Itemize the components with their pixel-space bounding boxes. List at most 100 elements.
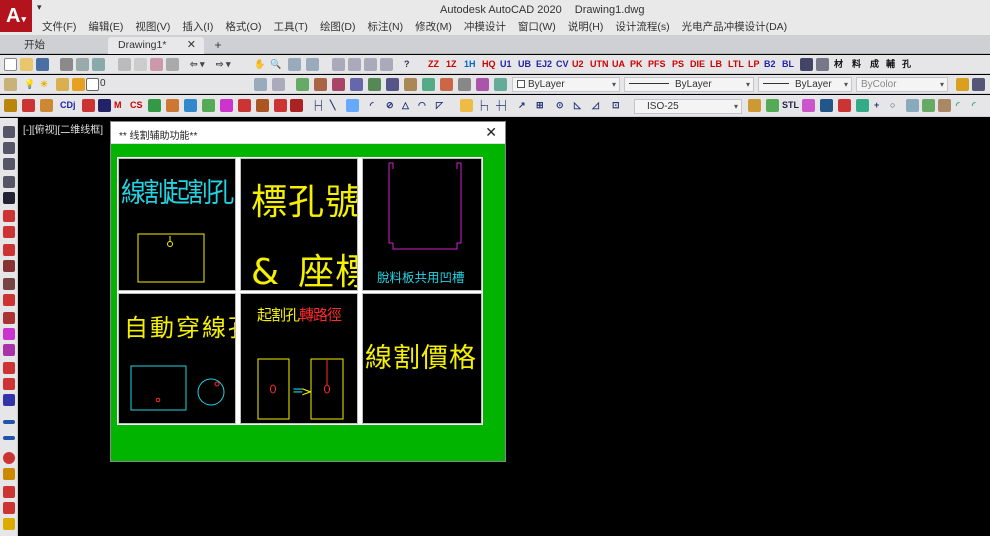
stl-label-icon[interactable]: STL bbox=[782, 99, 799, 112]
tool-17-icon[interactable] bbox=[3, 394, 15, 406]
linetype-dropdown[interactable]: ByLayer ▾ bbox=[624, 77, 754, 92]
custom-tool-o-icon[interactable] bbox=[922, 99, 935, 112]
match-properties-icon[interactable] bbox=[166, 58, 179, 71]
custom-tool-icon[interactable] bbox=[800, 58, 813, 71]
custom-tool-ej2-icon[interactable]: EJ2 bbox=[536, 58, 552, 71]
custom-tool-hole-icon[interactable]: 孔 bbox=[902, 58, 911, 71]
custom-tool-b-icon[interactable] bbox=[166, 99, 179, 112]
custom-stamp-icon[interactable] bbox=[40, 99, 53, 112]
tool-18-icon[interactable] bbox=[3, 420, 15, 424]
hole-number-coordinate-button[interactable]: 標孔號 &座標 bbox=[240, 158, 358, 291]
menu-edit[interactable]: 编辑(E) bbox=[76, 19, 123, 35]
redo-icon[interactable]: ⇨ ▾ bbox=[216, 58, 231, 71]
custom-tool-1h-icon[interactable]: 1H bbox=[464, 58, 476, 71]
custom-tool-lp-icon[interactable]: LP bbox=[748, 58, 760, 71]
ribbon-tool-icon[interactable] bbox=[956, 78, 969, 91]
custom-tool-ua-icon[interactable]: UA bbox=[612, 58, 625, 71]
dimension-text-edit-icon[interactable]: ◿ bbox=[592, 99, 599, 112]
radius-dimension-icon[interactable]: ◜ bbox=[370, 99, 374, 112]
layer-isolate-icon[interactable] bbox=[350, 78, 363, 91]
custom-tool-e-icon[interactable] bbox=[220, 99, 233, 112]
tool-3-icon[interactable] bbox=[3, 158, 15, 170]
custom-tool-ltl-icon[interactable]: LTL bbox=[728, 58, 744, 71]
custom-tool-die-icon[interactable]: DIE bbox=[690, 58, 705, 71]
custom-tool-n-icon[interactable] bbox=[906, 99, 919, 112]
tool-12-icon[interactable] bbox=[3, 312, 15, 324]
color-dropdown[interactable]: ByLayer ▾ bbox=[512, 77, 620, 92]
custom-tool-bl-icon[interactable]: BL bbox=[782, 58, 794, 71]
layer-match-icon[interactable] bbox=[314, 78, 327, 91]
custom-tool-pm-icon[interactable] bbox=[816, 58, 829, 71]
pan-icon[interactable]: ✋ bbox=[254, 58, 265, 71]
tool-7-icon[interactable] bbox=[3, 226, 15, 238]
custom-tool-d-icon[interactable] bbox=[202, 99, 215, 112]
custom-tool-c-icon[interactable] bbox=[184, 99, 197, 112]
new-tab-button[interactable]: + bbox=[210, 37, 226, 54]
custom-tool-b2-icon[interactable]: B2 bbox=[764, 58, 776, 71]
custom-tool-pfs-icon[interactable]: PFS bbox=[648, 58, 666, 71]
leader-icon[interactable]: ↗ bbox=[518, 99, 526, 112]
publish-icon[interactable] bbox=[92, 58, 105, 71]
tool-16-icon[interactable] bbox=[3, 378, 15, 390]
arc-tool-icon[interactable]: ◜ bbox=[956, 99, 960, 112]
zoom-previous-icon[interactable] bbox=[306, 58, 319, 71]
new-file-icon[interactable] bbox=[4, 58, 17, 71]
layer-unisolate-icon[interactable] bbox=[368, 78, 381, 91]
tool-15-icon[interactable] bbox=[3, 362, 15, 374]
wire-cut-start-hole-button[interactable]: 線割起割孔 bbox=[118, 158, 236, 291]
tool-6-icon[interactable] bbox=[3, 210, 15, 222]
layer-filter-icon[interactable] bbox=[494, 78, 507, 91]
crosshair-icon[interactable]: + bbox=[874, 99, 879, 112]
custom-mos-icon[interactable]: M bbox=[114, 99, 122, 112]
custom-text-icon[interactable] bbox=[82, 99, 95, 112]
lineweight-dropdown[interactable]: ByLayer ▾ bbox=[758, 77, 852, 92]
layer-delete-icon[interactable] bbox=[440, 78, 453, 91]
custom-tool-f-icon[interactable] bbox=[238, 99, 251, 112]
design-center-icon[interactable] bbox=[348, 58, 361, 71]
tool-14-icon[interactable] bbox=[3, 344, 15, 356]
custom-tool-m-icon[interactable] bbox=[856, 99, 869, 112]
menu-format[interactable]: 格式(O) bbox=[213, 19, 261, 35]
quick-access-dropdown-icon[interactable]: ▾ bbox=[37, 2, 42, 13]
tool-5-icon[interactable] bbox=[3, 192, 15, 204]
menu-optoelectronic-die[interactable]: 光电产品冲模设计(DA) bbox=[670, 19, 788, 35]
tool-13-icon[interactable] bbox=[3, 328, 15, 340]
custom-tool-g-icon[interactable] bbox=[256, 99, 269, 112]
properties-icon[interactable] bbox=[332, 58, 345, 71]
tool-11-icon[interactable] bbox=[3, 294, 15, 306]
dimension-edit-icon[interactable]: ◺ bbox=[574, 99, 581, 112]
start-hole-path-convert-button[interactable]: 起割孔轉路徑 = > bbox=[240, 293, 358, 424]
tab-start[interactable]: 开始 bbox=[0, 37, 108, 54]
custom-tool-k-icon[interactable] bbox=[820, 99, 833, 112]
zoom-window-icon[interactable] bbox=[288, 58, 301, 71]
custom-tool-a-icon[interactable] bbox=[148, 99, 161, 112]
menu-dimension[interactable]: 标注(N) bbox=[356, 19, 404, 35]
layer-off-icon[interactable] bbox=[386, 78, 399, 91]
menu-draw[interactable]: 绘图(D) bbox=[308, 19, 356, 35]
custom-tool-i-icon[interactable] bbox=[290, 99, 303, 112]
custom-tool-l-icon[interactable] bbox=[838, 99, 851, 112]
menu-view[interactable]: 视图(V) bbox=[123, 19, 170, 35]
layer-on-icon[interactable]: 💡 bbox=[24, 78, 35, 91]
menu-tools[interactable]: 工具(T) bbox=[262, 19, 308, 35]
tool-20-icon[interactable] bbox=[3, 452, 15, 464]
custom-tool-lb-icon[interactable]: LB bbox=[710, 58, 722, 71]
layer-walk-icon[interactable] bbox=[422, 78, 435, 91]
aligned-dimension-icon[interactable]: ╲ bbox=[330, 99, 335, 112]
tool-24-icon[interactable] bbox=[3, 518, 15, 530]
layer-translate-icon[interactable] bbox=[458, 78, 471, 91]
application-menu-button[interactable]: A ▾ bbox=[0, 0, 32, 32]
print-icon[interactable] bbox=[60, 58, 73, 71]
make-current-layer-icon[interactable] bbox=[254, 78, 267, 91]
baseline-dimension-icon[interactable]: ├┐ bbox=[478, 99, 491, 112]
zoom-realtime-icon[interactable]: 🔍 bbox=[270, 58, 281, 71]
custom-block-icon[interactable] bbox=[98, 99, 111, 112]
tool-8-icon[interactable] bbox=[3, 244, 15, 256]
custom-tool-material-icon[interactable]: 材 bbox=[834, 58, 843, 71]
plot-preview-icon[interactable] bbox=[76, 58, 89, 71]
tool-23-icon[interactable] bbox=[3, 502, 15, 514]
tool-2-icon[interactable] bbox=[3, 142, 15, 154]
custom-tool-material2-icon[interactable]: 料 bbox=[852, 58, 861, 71]
custom-tool-1z-icon[interactable]: 1Z bbox=[446, 58, 457, 71]
ordinate-dimension-icon[interactable]: ◸ bbox=[436, 99, 443, 112]
